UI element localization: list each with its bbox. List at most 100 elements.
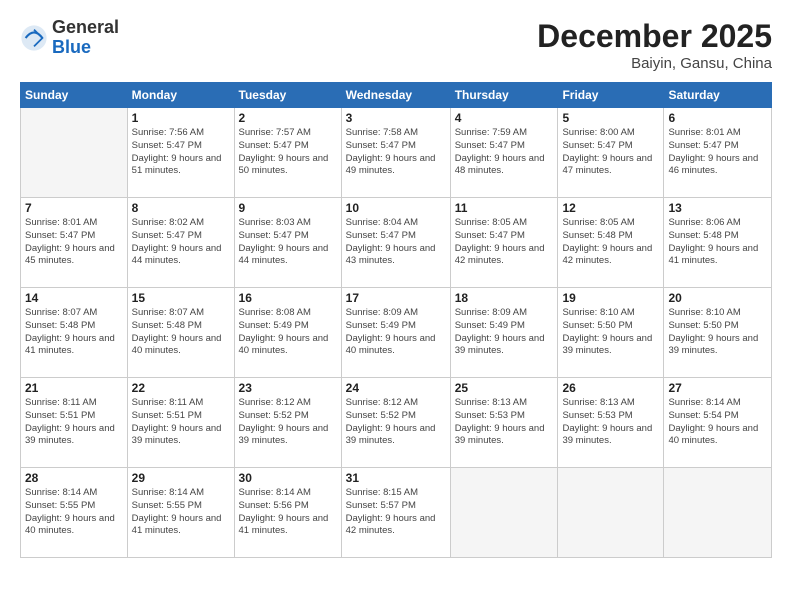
- calendar-week-5: 28 Sunrise: 8:14 AMSunset: 5:55 PMDayligh…: [21, 468, 772, 558]
- calendar-cell: [664, 468, 772, 558]
- day-number: 10: [346, 201, 446, 215]
- calendar-cell: 21Sunrise: 8:11 AMSunset: 5:51 PMDayligh…: [21, 378, 128, 468]
- logo-icon: [20, 24, 48, 52]
- calendar-cell: 29 Sunrise: 8:14 AMSunset: 5:55 PMDayligh…: [127, 468, 234, 558]
- calendar-cell: 10 Sunrise: 8:04 AMSunset: 5:47 PMDayligh…: [341, 198, 450, 288]
- day-number: 12: [562, 201, 659, 215]
- logo-text: General Blue: [52, 18, 119, 58]
- weekday-header-thursday: Thursday: [450, 83, 558, 108]
- calendar-cell: [21, 108, 128, 198]
- day-info: Sunrise: 8:07 AMSunset: 5:48 PMDaylight:…: [132, 307, 230, 358]
- day-number: 9: [239, 201, 337, 215]
- calendar-cell: 15Sunrise: 8:07 AMSunset: 5:48 PMDayligh…: [127, 288, 234, 378]
- header: General Blue December 2025 Baiyin, Gansu…: [20, 18, 772, 72]
- day-info: Sunrise: 8:00 AMSunset: 5:47 PMDaylight:…: [562, 127, 659, 178]
- day-number: 30: [239, 471, 337, 485]
- day-number: 22: [132, 381, 230, 395]
- day-info: Sunrise: 8:02 AMSunset: 5:47 PMDaylight:…: [132, 217, 230, 268]
- day-info: Sunrise: 8:05 AMSunset: 5:48 PMDaylight:…: [562, 217, 659, 268]
- day-info: Sunrise: 8:06 AMSunset: 5:48 PMDaylight:…: [668, 217, 767, 268]
- day-info: Sunrise: 8:09 AMSunset: 5:49 PMDaylight:…: [346, 307, 446, 358]
- day-number: 3: [346, 111, 446, 125]
- day-info: Sunrise: 8:13 AMSunset: 5:53 PMDaylight:…: [455, 397, 554, 448]
- day-number: 2: [239, 111, 337, 125]
- day-number: 11: [455, 201, 554, 215]
- day-number: 7: [25, 201, 123, 215]
- calendar-cell: 26 Sunrise: 8:13 AMSunset: 5:53 PMDayligh…: [558, 378, 664, 468]
- calendar-week-3: 14 Sunrise: 8:07 AMSunset: 5:48 PMDayligh…: [21, 288, 772, 378]
- day-number: 8: [132, 201, 230, 215]
- day-info: Sunrise: 8:01 AMSunset: 5:47 PMDaylight:…: [668, 127, 767, 178]
- day-info: Sunrise: 8:13 AMSunset: 5:53 PMDaylight:…: [562, 397, 659, 448]
- day-number: 29: [132, 471, 230, 485]
- day-info: Sunrise: 8:12 AMSunset: 5:52 PMDaylight:…: [346, 397, 446, 448]
- logo: General Blue: [20, 18, 119, 58]
- day-number: 31: [346, 471, 446, 485]
- calendar-cell: 12 Sunrise: 8:05 AMSunset: 5:48 PMDayligh…: [558, 198, 664, 288]
- weekday-header-sunday: Sunday: [21, 83, 128, 108]
- calendar-cell: 28Sunrise: 8:14 AMSunset: 5:55 PMDayligh…: [21, 468, 128, 558]
- weekday-header-wednesday: Wednesday: [341, 83, 450, 108]
- calendar-cell: 17 Sunrise: 8:09 AMSunset: 5:49 PMDayligh…: [341, 288, 450, 378]
- weekday-header-monday: Monday: [127, 83, 234, 108]
- day-info: Sunrise: 8:14 AMSunset: 5:55 PMDaylight:…: [132, 487, 230, 538]
- day-number: 28: [25, 471, 123, 485]
- day-number: 14: [25, 291, 123, 305]
- calendar-cell: 24 Sunrise: 8:12 AMSunset: 5:52 PMDayligh…: [341, 378, 450, 468]
- day-number: 1: [132, 111, 230, 125]
- day-info: Sunrise: 7:57 AMSunset: 5:47 PMDaylight:…: [239, 127, 337, 178]
- calendar-week-4: 21 Sunrise: 8:11 AMSunset: 5:51 PMDayligh…: [21, 378, 772, 468]
- day-number: 17: [346, 291, 446, 305]
- calendar-cell: 22 Sunrise: 8:11 AMSunset: 5:51 PMDayligh…: [127, 378, 234, 468]
- calendar-cell: 6 Sunrise: 8:01 AMSunset: 5:47 PMDaylight…: [664, 108, 772, 198]
- day-number: 21: [25, 381, 123, 395]
- logo-blue: Blue: [52, 38, 119, 58]
- calendar-cell: 3Sunrise: 7:58 AMSunset: 5:47 PMDaylight…: [341, 108, 450, 198]
- calendar-cell: 7 Sunrise: 8:01 AMSunset: 5:47 PMDaylight…: [21, 198, 128, 288]
- calendar-cell: 27 Sunrise: 8:14 AMSunset: 5:54 PMDayligh…: [664, 378, 772, 468]
- weekday-header-row: SundayMondayTuesdayWednesdayThursdayFrid…: [21, 83, 772, 108]
- day-number: 27: [668, 381, 767, 395]
- day-info: Sunrise: 8:01 AMSunset: 5:47 PMDaylight:…: [25, 217, 123, 268]
- day-number: 26: [562, 381, 659, 395]
- day-info: Sunrise: 8:09 AMSunset: 5:49 PMDaylight:…: [455, 307, 554, 358]
- calendar-cell: [450, 468, 558, 558]
- calendar-cell: 5 Sunrise: 8:00 AMSunset: 5:47 PMDaylight…: [558, 108, 664, 198]
- calendar-cell: 31Sunrise: 8:15 AMSunset: 5:57 PMDayligh…: [341, 468, 450, 558]
- day-number: 20: [668, 291, 767, 305]
- calendar-week-1: 1Sunrise: 7:56 AMSunset: 5:47 PMDaylight…: [21, 108, 772, 198]
- weekday-header-saturday: Saturday: [664, 83, 772, 108]
- calendar-cell: 23Sunrise: 8:12 AMSunset: 5:52 PMDayligh…: [234, 378, 341, 468]
- day-info: Sunrise: 8:12 AMSunset: 5:52 PMDaylight:…: [239, 397, 337, 448]
- day-number: 18: [455, 291, 554, 305]
- day-info: Sunrise: 8:10 AMSunset: 5:50 PMDaylight:…: [668, 307, 767, 358]
- day-info: Sunrise: 8:10 AMSunset: 5:50 PMDaylight:…: [562, 307, 659, 358]
- calendar-cell: 14 Sunrise: 8:07 AMSunset: 5:48 PMDayligh…: [21, 288, 128, 378]
- day-info: Sunrise: 8:14 AMSunset: 5:56 PMDaylight:…: [239, 487, 337, 538]
- day-info: Sunrise: 8:04 AMSunset: 5:47 PMDaylight:…: [346, 217, 446, 268]
- day-info: Sunrise: 8:11 AMSunset: 5:51 PMDaylight:…: [132, 397, 230, 448]
- calendar-cell: 20 Sunrise: 8:10 AMSunset: 5:50 PMDayligh…: [664, 288, 772, 378]
- day-number: 4: [455, 111, 554, 125]
- calendar-cell: 13 Sunrise: 8:06 AMSunset: 5:48 PMDayligh…: [664, 198, 772, 288]
- month-year: December 2025: [537, 18, 772, 55]
- day-number: 24: [346, 381, 446, 395]
- calendar-cell: 4Sunrise: 7:59 AMSunset: 5:47 PMDaylight…: [450, 108, 558, 198]
- day-info: Sunrise: 8:05 AMSunset: 5:47 PMDaylight:…: [455, 217, 554, 268]
- day-number: 16: [239, 291, 337, 305]
- day-number: 19: [562, 291, 659, 305]
- weekday-header-tuesday: Tuesday: [234, 83, 341, 108]
- calendar-cell: 18 Sunrise: 8:09 AMSunset: 5:49 PMDayligh…: [450, 288, 558, 378]
- day-number: 13: [668, 201, 767, 215]
- location: Baiyin, Gansu, China: [537, 55, 772, 72]
- weekday-header-friday: Friday: [558, 83, 664, 108]
- logo-general: General: [52, 18, 119, 38]
- day-number: 5: [562, 111, 659, 125]
- calendar-cell: 1Sunrise: 7:56 AMSunset: 5:47 PMDaylight…: [127, 108, 234, 198]
- day-info: Sunrise: 8:14 AMSunset: 5:54 PMDaylight:…: [668, 397, 767, 448]
- calendar-cell: 9Sunrise: 8:03 AMSunset: 5:47 PMDaylight…: [234, 198, 341, 288]
- day-number: 6: [668, 111, 767, 125]
- day-info: Sunrise: 8:07 AMSunset: 5:48 PMDaylight:…: [25, 307, 123, 358]
- title-block: December 2025 Baiyin, Gansu, China: [537, 18, 772, 72]
- calendar-cell: 19 Sunrise: 8:10 AMSunset: 5:50 PMDayligh…: [558, 288, 664, 378]
